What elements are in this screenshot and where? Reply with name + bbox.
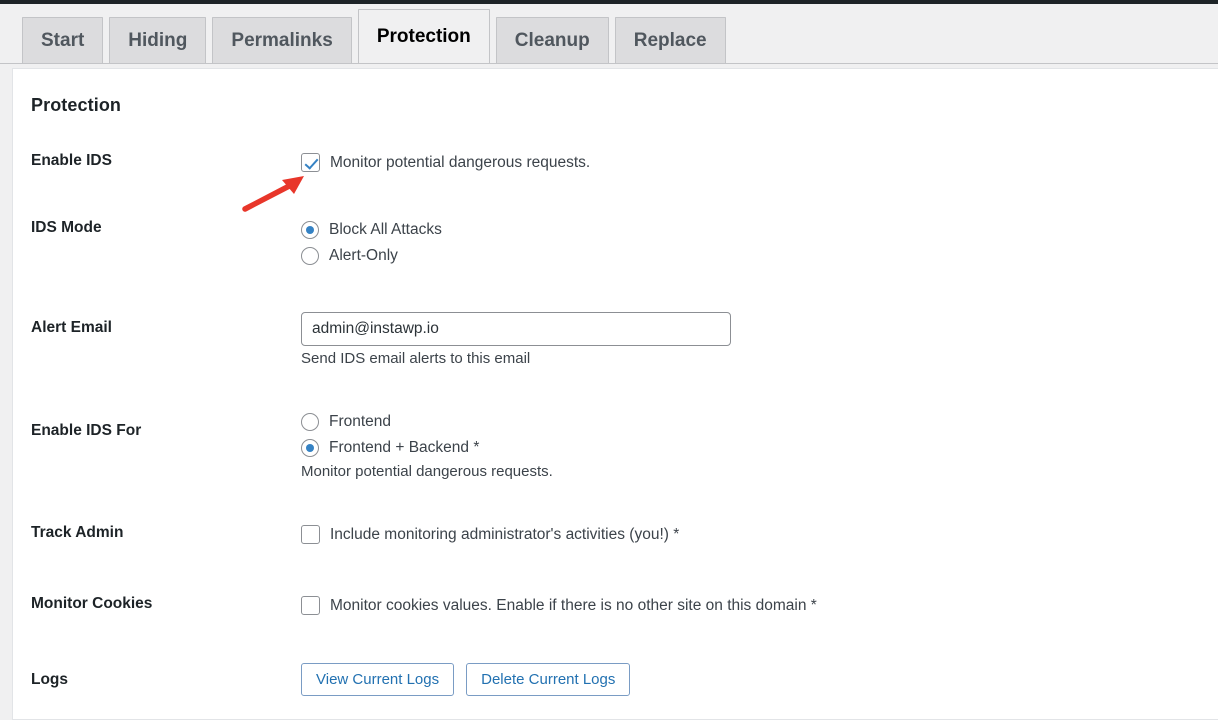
enable-ids-checkbox-label: Monitor potential dangerous requests.	[330, 153, 591, 171]
alert-email-input[interactable]	[301, 312, 731, 346]
row-track-admin: Track Admin Include monitoring administr…	[13, 523, 1218, 546]
row-label: Alert Email	[31, 319, 112, 336]
tab-label: Replace	[633, 30, 707, 51]
row-field: Send IDS email alerts to this email	[301, 312, 1218, 368]
tab-replace[interactable]: Replace	[614, 17, 726, 63]
row-label: Track Admin	[31, 524, 124, 541]
view-current-logs-button[interactable]: View Current Logs	[301, 663, 455, 696]
page-title: Protection	[31, 95, 122, 115]
row-field: Monitor potential dangerous requests.	[301, 151, 1218, 174]
ids-for-label-frontend-backend: Frontend + Backend *	[329, 438, 480, 456]
row-ids-mode: IDS Mode Block All Attacks Alert-Only	[13, 218, 1218, 267]
protection-settings-page: Start Hiding Permalinks Protection Clean…	[0, 0, 1218, 720]
ids-for-option-frontend-backend[interactable]: Frontend + Backend *	[301, 436, 1218, 459]
monitor-cookies-checkbox[interactable]	[301, 596, 320, 615]
row-label: Monitor Cookies	[31, 595, 153, 612]
tab-permalinks[interactable]: Permalinks	[212, 17, 352, 63]
ids-mode-radio-block-all[interactable]	[301, 220, 319, 239]
row-monitor-cookies: Monitor Cookies Monitor cookies values. …	[13, 594, 1218, 617]
alert-email-help: Send IDS email alerts to this email	[301, 350, 531, 367]
track-admin-checkbox[interactable]	[301, 525, 320, 544]
ids-mode-option-alert-only[interactable]: Alert-Only	[301, 244, 1218, 267]
row-label: Enable IDS	[31, 152, 112, 169]
settings-form: Enable IDS Monitor potential dangerous r…	[13, 151, 1218, 696]
ids-for-label-frontend: Frontend	[329, 412, 392, 430]
row-label: IDS Mode	[31, 219, 102, 236]
track-admin-checkbox-label: Include monitoring administrator's activ…	[330, 525, 680, 543]
ids-for-radio-frontend-backend[interactable]	[301, 438, 319, 457]
row-field: Frontend Frontend + Backend * Monitor po…	[301, 410, 1218, 481]
track-admin-option[interactable]: Include monitoring administrator's activ…	[301, 523, 1218, 546]
tab-hiding[interactable]: Hiding	[109, 17, 207, 63]
tab-label: Hiding	[128, 30, 188, 51]
row-logs: Logs View Current Logs Delete Current Lo…	[13, 663, 1218, 696]
ids-mode-label-block-all: Block All Attacks	[329, 220, 442, 238]
protection-panel: Protection Enable IDS Monitor potential …	[12, 68, 1218, 720]
ids-for-option-frontend[interactable]: Frontend	[301, 410, 1218, 433]
enable-ids-checkbox[interactable]	[301, 153, 320, 172]
row-alert-email: Alert Email Send IDS email alerts to thi…	[13, 312, 1218, 368]
row-label: Enable IDS For	[31, 422, 142, 439]
row-field: Monitor cookies values. Enable if there …	[301, 594, 1218, 617]
ids-for-radio-frontend[interactable]	[301, 412, 319, 431]
ids-mode-label-alert-only: Alert-Only	[329, 246, 398, 264]
monitor-cookies-checkbox-label: Monitor cookies values. Enable if there …	[330, 596, 817, 614]
row-label: Logs	[31, 671, 69, 688]
row-field: View Current Logs Delete Current Logs	[301, 663, 1218, 696]
monitor-cookies-option[interactable]: Monitor cookies values. Enable if there …	[301, 594, 1218, 617]
tab-start[interactable]: Start	[22, 17, 104, 63]
row-enable-ids: Enable IDS Monitor potential dangerous r…	[13, 151, 1218, 174]
logs-button-group: View Current Logs Delete Current Logs	[301, 663, 1218, 696]
row-field: Block All Attacks Alert-Only	[301, 218, 1218, 267]
tab-label: Cleanup	[514, 30, 590, 51]
tab-label: Protection	[376, 26, 471, 47]
tab-label: Permalinks	[231, 30, 333, 51]
tab-protection[interactable]: Protection	[357, 9, 490, 63]
ids-mode-option-block-all[interactable]: Block All Attacks	[301, 218, 1218, 241]
settings-tab-bar: Start Hiding Permalinks Protection Clean…	[0, 4, 1218, 64]
delete-current-logs-button[interactable]: Delete Current Logs	[466, 663, 631, 696]
enable-ids-option[interactable]: Monitor potential dangerous requests.	[301, 151, 1218, 174]
row-enable-ids-for: Enable IDS For Frontend Frontend + Backe…	[13, 410, 1218, 481]
row-field: Include monitoring administrator's activ…	[301, 523, 1218, 546]
tab-label: Start	[41, 30, 85, 51]
ids-for-help: Monitor potential dangerous requests.	[301, 463, 553, 480]
tab-cleanup[interactable]: Cleanup	[495, 17, 609, 63]
ids-mode-radio-alert-only[interactable]	[301, 246, 319, 265]
